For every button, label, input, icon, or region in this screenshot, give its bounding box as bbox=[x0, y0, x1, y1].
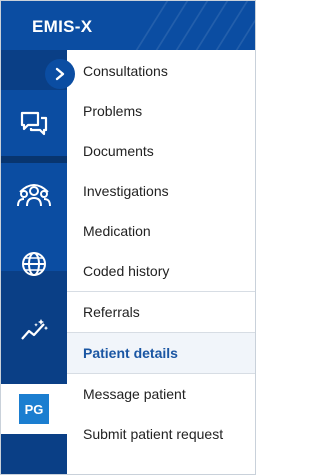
navigation-frame: EMIS-X PG Consultations Problems Documen… bbox=[0, 0, 256, 475]
globe-rail-button[interactable] bbox=[1, 231, 67, 297]
menu-item-message-patient[interactable]: Message patient bbox=[67, 374, 255, 414]
side-rail: PG bbox=[1, 50, 67, 474]
menu-item-medication[interactable]: Medication bbox=[67, 211, 255, 251]
menu-item-consultations[interactable]: Consultations bbox=[67, 51, 255, 91]
menu-item-coded-history[interactable]: Coded history bbox=[67, 251, 255, 291]
emis-x-logo: EMIS-X bbox=[32, 17, 93, 36]
consultations-rail-button[interactable] bbox=[1, 90, 67, 156]
analytics-icon bbox=[21, 319, 49, 340]
menu-item-referrals[interactable]: Referrals bbox=[67, 292, 255, 332]
menu-item-patient-details[interactable]: Patient details bbox=[67, 333, 255, 373]
menu-item-submit-patient-request[interactable]: Submit patient request bbox=[67, 414, 255, 454]
globe-icon bbox=[22, 252, 46, 276]
menu-item-problems[interactable]: Problems bbox=[67, 91, 255, 131]
chevron-right-icon bbox=[55, 67, 65, 81]
patient-initials-badge: PG bbox=[19, 394, 49, 424]
patient-badge-button[interactable]: PG bbox=[1, 384, 67, 434]
patients-rail-button[interactable] bbox=[1, 163, 67, 229]
patients-group-icon bbox=[17, 184, 51, 207]
app-header: EMIS-X bbox=[1, 1, 255, 50]
menu-item-documents[interactable]: Documents bbox=[67, 131, 255, 171]
chat-icon bbox=[20, 111, 48, 136]
analytics-rail-button[interactable] bbox=[1, 297, 67, 363]
menu-item-investigations[interactable]: Investigations bbox=[67, 171, 255, 211]
collapse-menu-button[interactable] bbox=[45, 59, 75, 89]
navigation-menu: Consultations Problems Documents Investi… bbox=[67, 50, 255, 474]
